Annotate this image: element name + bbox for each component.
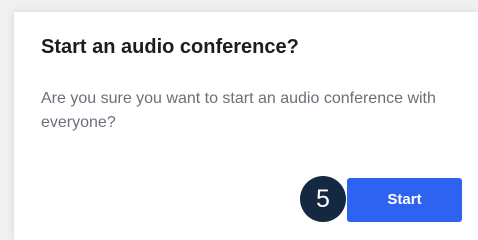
confirm-dialog: Start an audio conference? Are you sure … xyxy=(14,12,478,240)
step-number-badge: 5 xyxy=(300,176,346,222)
start-button[interactable]: Start xyxy=(347,178,462,222)
dialog-title: Start an audio conference? xyxy=(41,36,299,58)
dialog-message: Are you sure you want to start an audio … xyxy=(41,90,436,131)
page: Start an audio conference? Are you sure … xyxy=(0,0,478,240)
